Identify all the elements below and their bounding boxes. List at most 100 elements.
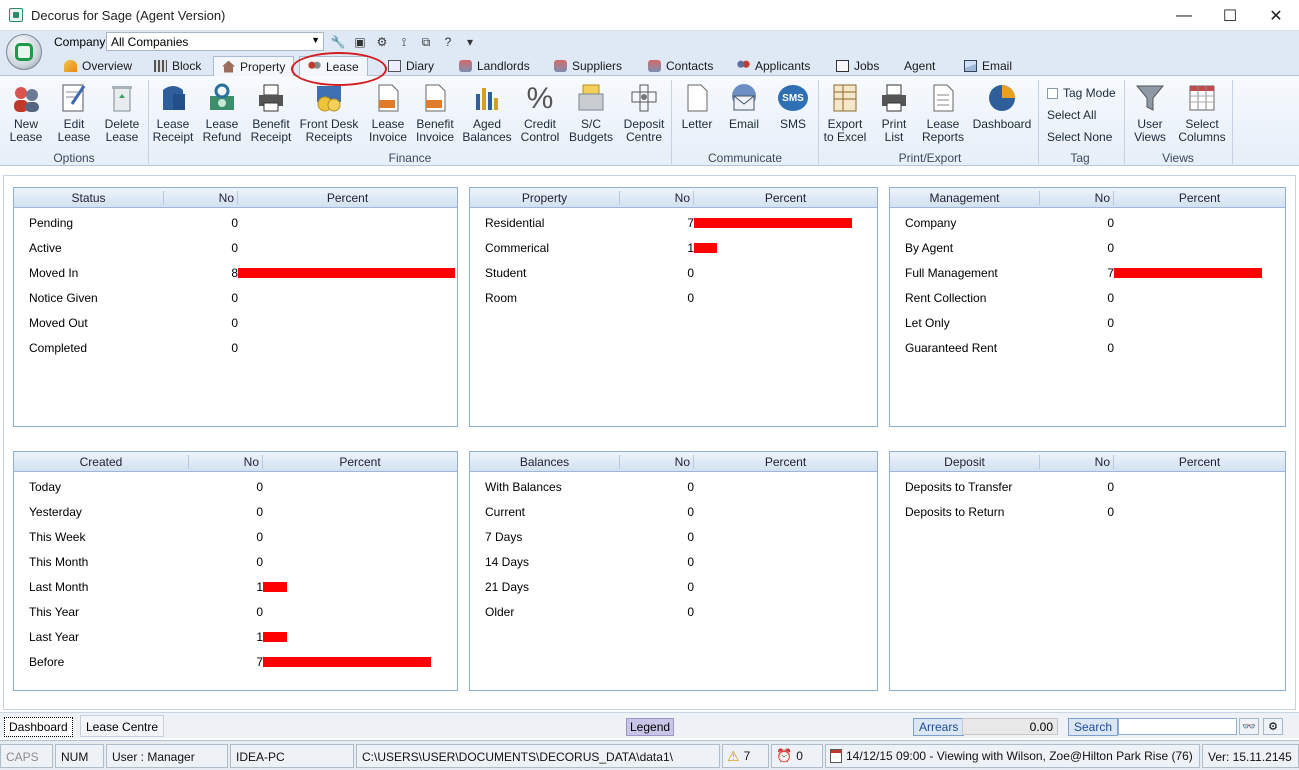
maximize-button[interactable]: ☐ (1207, 0, 1253, 31)
select-all-button[interactable]: Select All (1047, 108, 1096, 122)
edit-lease-button[interactable]: Edit Lease (56, 82, 92, 144)
table-row[interactable]: Current 0 (470, 499, 877, 524)
table-row[interactable]: Rent Collection 0 (890, 285, 1285, 310)
table-row[interactable]: Moved Out 0 (14, 310, 457, 335)
table-row[interactable]: Moved In 8 (14, 260, 457, 285)
search-input[interactable] (1118, 718, 1237, 735)
legend-button[interactable]: Legend (626, 718, 675, 736)
print-list-button[interactable]: Print List (876, 82, 912, 144)
letter-icon (681, 82, 713, 114)
select-columns-button[interactable]: Select Columns (1177, 82, 1227, 144)
plugin-icon[interactable]: ⧉ (418, 34, 434, 50)
tab-landlords[interactable]: Landlords (451, 56, 538, 76)
delete-lease-button[interactable]: Delete Lease (102, 82, 142, 144)
table-row[interactable]: Active 0 (14, 235, 457, 260)
table-row[interactable]: 21 Days 0 (470, 574, 877, 599)
next-appointment[interactable]: 14/12/15 09:00 - Viewing with Wilson, Zo… (825, 744, 1200, 768)
table-row[interactable]: Full Management 7 (890, 260, 1285, 285)
front-desk-receipts-button[interactable]: Front Desk Receipts (298, 82, 360, 144)
table-row[interactable]: 7 Days 0 (470, 524, 877, 549)
customize-dropdown-icon[interactable]: ▾ (462, 34, 478, 50)
application-menu-button[interactable] (6, 34, 42, 70)
user-views-button[interactable]: User Views (1130, 82, 1170, 144)
table-row[interactable]: Pending 0 (14, 210, 457, 235)
table-row[interactable]: Last Month 1 (14, 574, 457, 599)
network-icon[interactable]: ⟟ (396, 34, 412, 50)
table-row[interactable]: Completed 0 (14, 335, 457, 360)
sc-budgets-button[interactable]: S/C Budgets (568, 82, 614, 144)
table-row[interactable]: Let Only 0 (890, 310, 1285, 335)
lease-invoice-button[interactable]: Lease Invoice (369, 82, 407, 144)
table-row[interactable]: Student 0 (470, 260, 877, 285)
table-row[interactable]: Company 0 (890, 210, 1285, 235)
table-row[interactable]: Deposits to Transfer 0 (890, 474, 1285, 499)
tab-jobs[interactable]: Jobs (828, 56, 887, 76)
row-label: Residential (485, 216, 545, 230)
table-row[interactable]: This Month 0 (14, 549, 457, 574)
sms-button[interactable]: SMS SMS (775, 82, 811, 131)
export-to-excel-button[interactable]: Export to Excel (823, 82, 867, 144)
calendar-icon (830, 749, 842, 763)
benefit-receipt-button[interactable]: Benefit Receipt (251, 82, 291, 144)
tab-applicants[interactable]: Applicants (729, 56, 818, 76)
tag-mode-checkbox[interactable]: Tag Mode (1047, 86, 1116, 100)
group-separator (818, 80, 819, 164)
wrench-icon[interactable]: 🔧 (330, 34, 346, 50)
tab-lease-centre[interactable]: Lease Centre (80, 715, 165, 737)
minimize-button[interactable]: — (1161, 0, 1207, 31)
lease-receipt-button[interactable]: Lease Receipt (153, 82, 193, 144)
table-row[interactable]: Older 0 (470, 599, 877, 624)
tab-block[interactable]: Block (146, 56, 209, 76)
table-row[interactable]: Room 0 (470, 285, 877, 310)
tab-lease[interactable]: Lease (299, 56, 368, 76)
table-row[interactable]: Guaranteed Rent 0 (890, 335, 1285, 360)
warnings-indicator[interactable]: ⚠ 7 (722, 744, 769, 768)
binoculars-icon[interactable]: 👓 (1239, 718, 1259, 735)
advanced-search-icon[interactable]: ⚙ (1263, 718, 1283, 735)
tab-agent[interactable]: Agent (896, 56, 943, 76)
company-select[interactable]: All Companies ▼ (106, 32, 324, 51)
tab-diary[interactable]: Diary (380, 56, 442, 76)
letter-button[interactable]: Letter (679, 82, 715, 131)
email-button[interactable]: Email (726, 82, 762, 131)
table-row[interactable]: Last Year 1 (14, 624, 457, 649)
table-row[interactable]: Deposits to Return 0 (890, 499, 1285, 524)
select-all-label: Select All (1047, 108, 1097, 122)
select-none-button[interactable]: Select None (1047, 130, 1112, 144)
percent-bar (263, 582, 287, 592)
benefit-invoice-button[interactable]: Benefit Invoice (414, 82, 456, 144)
table-row[interactable]: Before 7 (14, 649, 457, 674)
aged-balances-button[interactable]: Aged Balances (462, 82, 512, 144)
table-row[interactable]: Yesterday 0 (14, 499, 457, 524)
new-lease-button[interactable]: New Lease (8, 82, 44, 144)
tab-email[interactable]: Email (956, 56, 1020, 76)
table-row[interactable]: By Agent 0 (890, 235, 1285, 260)
table-row[interactable]: 14 Days 0 (470, 549, 877, 574)
alarms-indicator[interactable]: ⏰ 0 (771, 744, 823, 768)
benefit-invoice-icon (419, 82, 451, 114)
help-icon[interactable]: ? (440, 34, 456, 50)
connect-icon[interactable]: ▣ (352, 34, 368, 50)
credit-control-button[interactable]: % Credit Control (518, 82, 562, 144)
row-label: This Month (29, 555, 89, 569)
tab-dashboard[interactable]: Dashboard (4, 717, 73, 737)
lease-reports-button[interactable]: Lease Reports (921, 82, 965, 144)
tab-property[interactable]: Property (213, 56, 295, 76)
table-row[interactable]: Commerical 1 (470, 235, 877, 260)
table-row[interactable]: Notice Given 0 (14, 285, 457, 310)
tab-suppliers[interactable]: Suppliers (546, 56, 630, 76)
table-row[interactable]: This Year 0 (14, 599, 457, 624)
deposit-centre-button[interactable]: Deposit Centre (621, 82, 667, 144)
dashboard-button[interactable]: Dashboard (972, 82, 1032, 131)
tab-contacts[interactable]: Contacts (640, 56, 721, 76)
row-label: Company (905, 216, 957, 230)
company-select-value: All Companies (111, 35, 189, 49)
gears-icon[interactable]: ⚙ (374, 34, 390, 50)
tab-overview[interactable]: Overview (56, 56, 140, 76)
lease-refund-button[interactable]: Lease Refund (202, 82, 242, 144)
table-row[interactable]: Residential 7 (470, 210, 877, 235)
table-row[interactable]: With Balances 0 (470, 474, 877, 499)
table-row[interactable]: This Week 0 (14, 524, 457, 549)
close-button[interactable]: ✕ (1253, 0, 1299, 31)
table-row[interactable]: Today 0 (14, 474, 457, 499)
